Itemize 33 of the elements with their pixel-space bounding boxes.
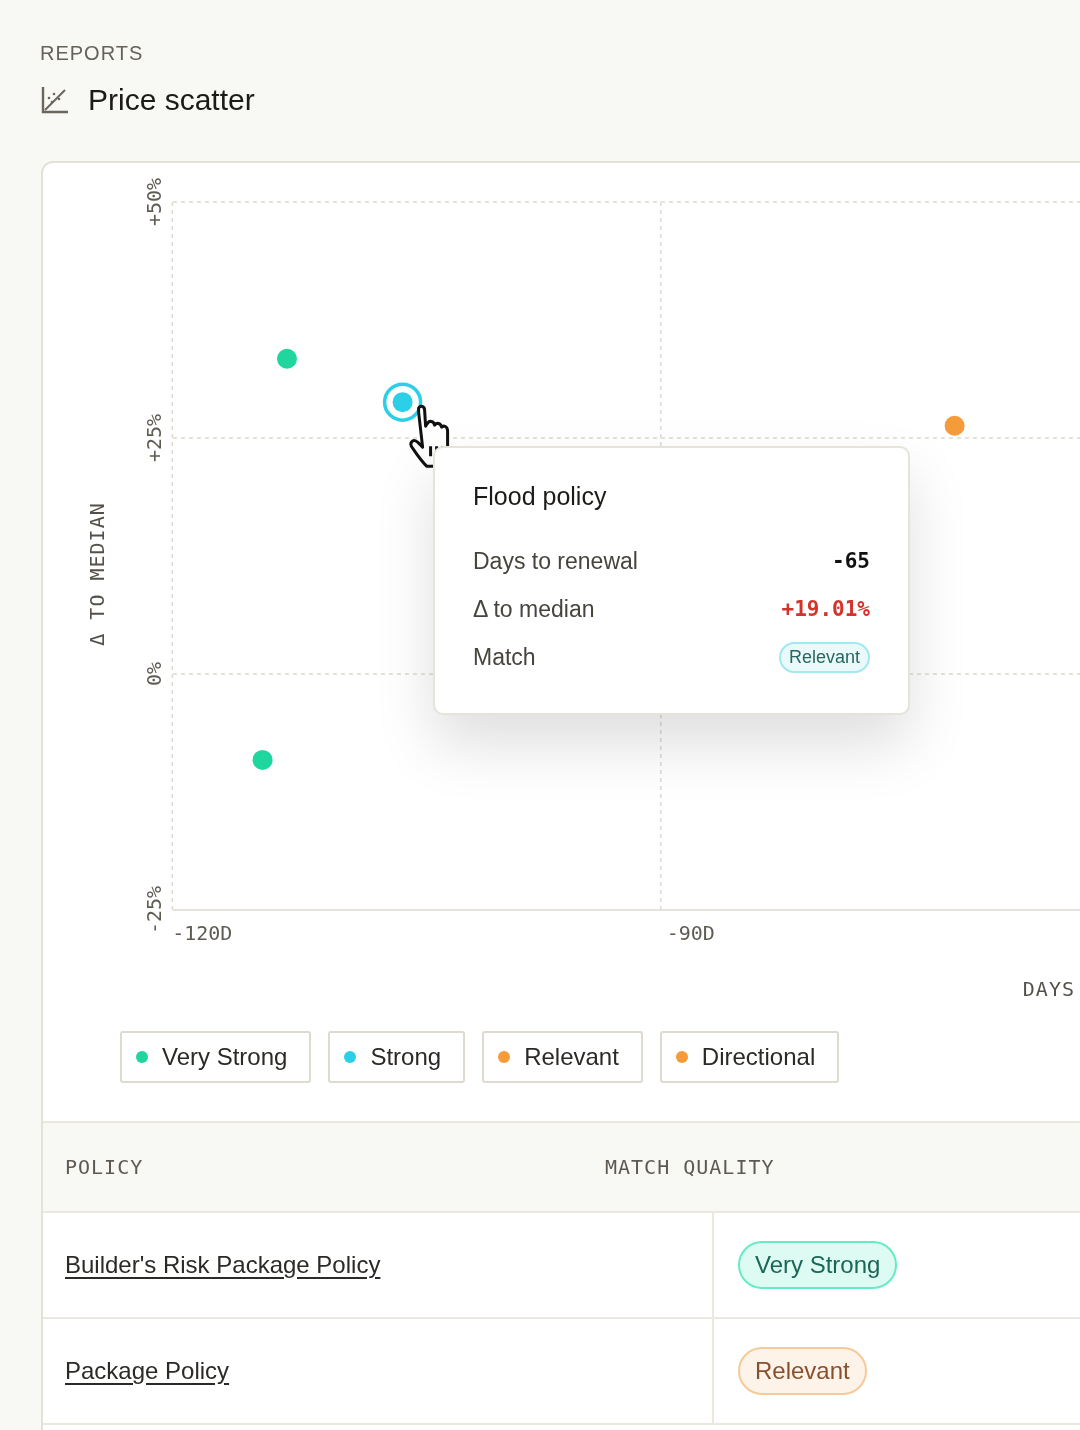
data-point[interactable] [277,348,297,369]
match-badge: Very Strong [738,1241,898,1289]
y-tick-label: +25% [142,413,166,463]
y-tick-label: 0% [142,661,166,687]
tooltip-value: +19.01% [781,597,870,621]
match-badge: Relevant [778,641,870,673]
column-header: MATCH QUALITY [605,1155,775,1179]
legend-label: Very Strong [162,1043,288,1071]
tooltip-label: Match [473,643,536,671]
y-axis-title: Δ TO MEDIAN [85,502,109,646]
data-point[interactable] [392,392,413,413]
legend-label: Strong [370,1043,442,1071]
data-point[interactable] [944,415,965,436]
x-tick-label: -90D [666,921,715,945]
page-title: Price scatter [88,83,255,117]
data-point[interactable] [252,749,273,770]
tooltip-label: Days to renewal [473,547,638,575]
x-axis-title: DAYS [1022,977,1075,1001]
y-tick-label: -25% [142,885,166,935]
tooltip-title: Flood policy [473,482,608,511]
match-badge: Relevant [738,1347,867,1395]
tooltip-label: Δ to median [473,595,595,623]
column-header: POLICY [65,1155,144,1179]
section-label: REPORTS [40,42,145,65]
policy-link[interactable]: Builder's Risk Package Policy [65,1251,381,1279]
y-tick-label: +50% [142,177,166,227]
scatter-chart-icon [40,85,70,115]
legend-label: Directional [701,1043,816,1071]
tooltip-value: -65 [832,549,870,573]
legend-label: Relevant [524,1043,619,1071]
x-tick-label: -120D [172,921,233,945]
policy-link[interactable]: Package Policy [65,1357,230,1385]
hover-ring [382,382,423,422]
